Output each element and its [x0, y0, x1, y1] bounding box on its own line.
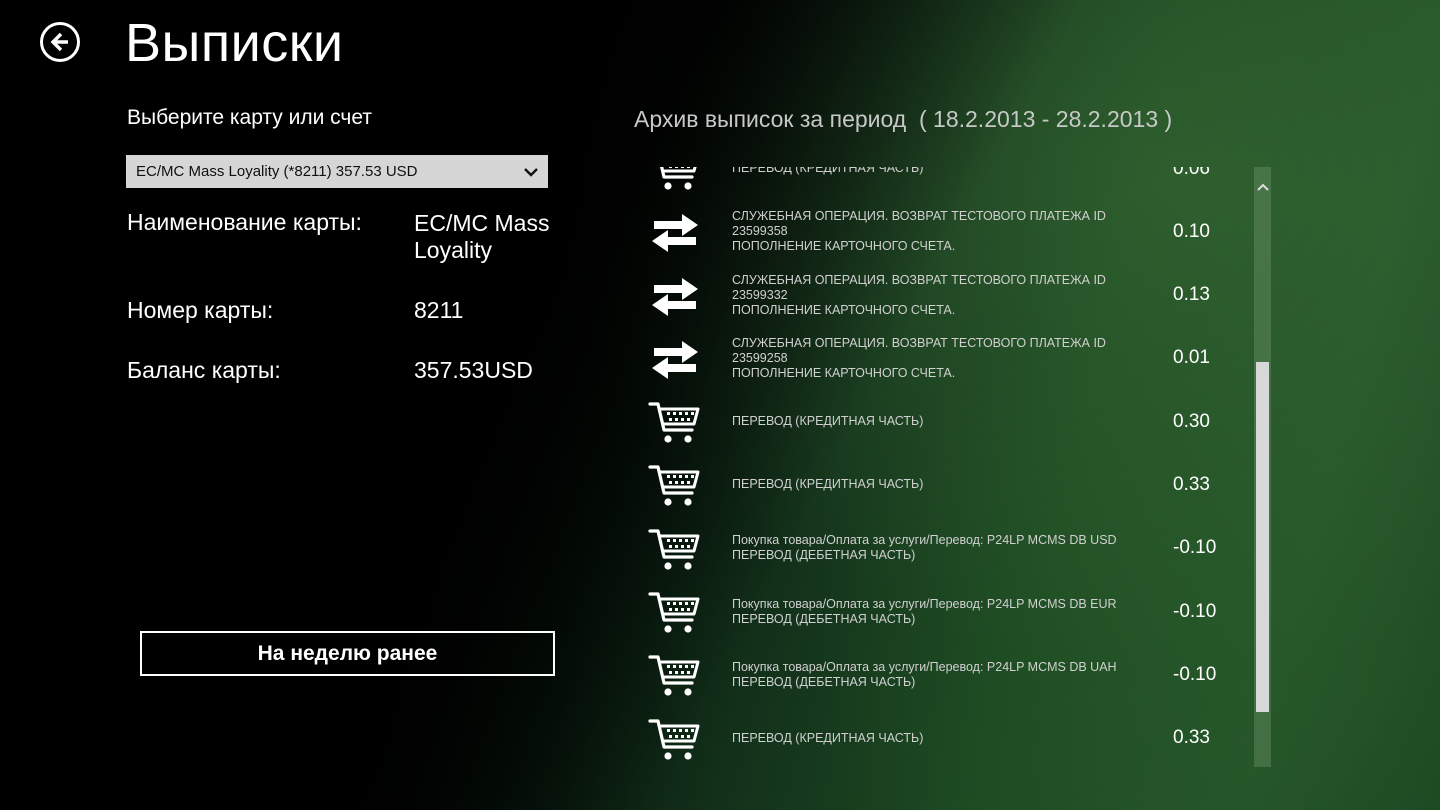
- cart-icon: [648, 463, 702, 509]
- transaction-description-line1: ПЕРЕВОД (КРЕДИТНАЯ ЧАСТЬ): [732, 477, 924, 492]
- previous-week-button[interactable]: На неделю ранее: [140, 631, 555, 676]
- balance-value: 357.53USD: [414, 357, 533, 383]
- page-title: Выписки: [125, 13, 344, 73]
- transaction-description: Покупка товара/Оплата за услуги/Перевод:…: [732, 643, 1162, 706]
- transaction-description-line2: ПОПОЛНЕНИЕ КАРТОЧНОГО СЧЕТА.: [732, 239, 956, 254]
- transaction-amount: 0.10: [1173, 220, 1210, 242]
- transfer-arrows-icon: [648, 274, 702, 320]
- arrow-left-icon: [50, 32, 68, 52]
- transaction-row[interactable]: ПЕРЕВОД (КРЕДИТНАЯ ЧАСТЬ) 0.33: [630, 707, 1255, 767]
- transaction-amount: 0.30: [1173, 410, 1210, 432]
- balance-label: Баланс карты:: [127, 357, 281, 383]
- transaction-description-line2: ПЕРЕВОД (ДЕБЕТНАЯ ЧАСТЬ): [732, 611, 916, 626]
- transaction-description-line1: СЛУЖЕБНАЯ ОПЕРАЦИЯ. ВОЗВРАТ ТЕСТОВОГО ПЛ…: [732, 335, 1106, 365]
- transaction-description: Покупка товара/Оплата за услуги/Перевод:…: [732, 580, 1162, 643]
- cart-icon: [648, 527, 702, 573]
- transaction-description-line1: ПЕРЕВОД (КРЕДИТНАЯ ЧАСТЬ): [732, 730, 924, 745]
- transaction-row[interactable]: Покупка товара/Оплата за услуги/Перевод:…: [630, 580, 1255, 643]
- transaction-description-line1: Покупка товара/Оплата за услуги/Перевод:…: [732, 659, 1117, 674]
- transaction-description: ПЕРЕВОД (КРЕДИТНАЯ ЧАСТЬ): [732, 707, 1162, 767]
- card-select-value: EC/MC Mass Loyality (*8211) 357.53 USD: [136, 163, 418, 180]
- card-number-value: 8211: [414, 297, 464, 323]
- transaction-description-line2: ПОПОЛНЕНИЕ КАРТОЧНОГО СЧЕТА.: [732, 302, 956, 317]
- transactions-list[interactable]: ПЕРЕВОД (КРЕДИТНАЯ ЧАСТЬ) 0.06 СЛУЖЕБНАЯ О…: [630, 167, 1255, 767]
- transaction-amount: 0.13: [1173, 284, 1210, 306]
- transaction-description-line2: ПОПОЛНЕНИЕ КАРТОЧНОГО СЧЕТА.: [732, 365, 956, 380]
- transaction-description-line1: Покупка товара/Оплата за услуги/Перевод:…: [732, 533, 1117, 548]
- transaction-description: СЛУЖЕБНАЯ ОПЕРАЦИЯ. ВОЗВРАТ ТЕСТОВОГО ПЛ…: [732, 264, 1162, 327]
- transaction-row[interactable]: ПЕРЕВОД (КРЕДИТНАЯ ЧАСТЬ) 0.33: [630, 453, 1255, 516]
- transaction-description: ПЕРЕВОД (КРЕДИТНАЯ ЧАСТЬ): [732, 167, 1162, 200]
- transaction-description-line1: Покупка товара/Оплата за услуги/Перевод:…: [732, 596, 1117, 611]
- transaction-amount: 0.01: [1173, 347, 1210, 369]
- transaction-description-line1: СЛУЖЕБНАЯ ОПЕРАЦИЯ. ВОЗВРАТ ТЕСТОВОГО ПЛ…: [732, 209, 1106, 239]
- transaction-description-line1: ПЕРЕВОД (КРЕДИТНАЯ ЧАСТЬ): [732, 167, 924, 175]
- transaction-amount: 0.33: [1173, 473, 1210, 495]
- transaction-row[interactable]: Покупка товара/Оплата за услуги/Перевод:…: [630, 643, 1255, 706]
- cart-icon: [648, 717, 702, 763]
- card-select[interactable]: EC/MC Mass Loyality (*8211) 357.53 USD: [126, 155, 548, 188]
- archive-title: Архив выписок за период ( 18.2.2013 - 28…: [634, 106, 1173, 132]
- transaction-row[interactable]: Покупка товара/Оплата за услуги/Перевод:…: [630, 517, 1255, 580]
- transfer-arrows-icon: [648, 337, 702, 383]
- transaction-description-line2: ПЕРЕВОД (ДЕБЕТНАЯ ЧАСТЬ): [732, 548, 916, 563]
- cart-icon: [648, 590, 702, 636]
- chevron-up-icon: [1256, 183, 1269, 191]
- transaction-row[interactable]: СЛУЖЕБНАЯ ОПЕРАЦИЯ. ВОЗВРАТ ТЕСТОВОГО ПЛ…: [630, 327, 1255, 390]
- scrollbar[interactable]: [1254, 167, 1271, 767]
- transaction-amount: -0.10: [1173, 600, 1217, 622]
- chevron-down-icon: [524, 155, 538, 188]
- transaction-description: СЛУЖЕБНАЯ ОПЕРАЦИЯ. ВОЗВРАТ ТЕСТОВОГО ПЛ…: [732, 327, 1162, 390]
- transaction-row[interactable]: ПЕРЕВОД (КРЕДИТНАЯ ЧАСТЬ) 0.30: [630, 390, 1255, 453]
- transaction-description: Покупка товара/Оплата за услуги/Перевод:…: [732, 517, 1162, 580]
- card-number-label: Номер карты:: [127, 297, 274, 323]
- scroll-up-button[interactable]: [1254, 175, 1271, 199]
- transaction-description: СЛУЖЕБНАЯ ОПЕРАЦИЯ. ВОЗВРАТ ТЕСТОВОГО ПЛ…: [732, 200, 1162, 263]
- transfer-arrows-icon: [648, 210, 702, 256]
- card-select-label: Выберите карту или счет: [127, 106, 372, 129]
- card-name-value-line1: EC/MC Mass: [414, 210, 550, 236]
- transaction-amount: 0.33: [1173, 727, 1210, 749]
- card-name-value-line2: Loyality: [414, 237, 492, 263]
- scrollbar-thumb[interactable]: [1256, 362, 1269, 712]
- transaction-description-line1: ПЕРЕВОД (КРЕДИТНАЯ ЧАСТЬ): [732, 414, 924, 429]
- transaction-description: ПЕРЕВОД (КРЕДИТНАЯ ЧАСТЬ): [732, 390, 1162, 453]
- cart-icon: [648, 400, 702, 446]
- transaction-amount: -0.10: [1173, 663, 1217, 685]
- transaction-row[interactable]: ПЕРЕВОД (КРЕДИТНАЯ ЧАСТЬ) 0.06: [630, 167, 1255, 200]
- transaction-amount: 0.06: [1173, 167, 1210, 179]
- transaction-description-line1: СЛУЖЕБНАЯ ОПЕРАЦИЯ. ВОЗВРАТ ТЕСТОВОГО ПЛ…: [732, 272, 1106, 302]
- cart-icon: [648, 167, 702, 193]
- transaction-description: ПЕРЕВОД (КРЕДИТНАЯ ЧАСТЬ): [732, 453, 1162, 516]
- cart-icon: [648, 653, 702, 699]
- card-name-value: EC/MC Mass Loyality: [414, 210, 549, 264]
- transaction-row[interactable]: СЛУЖЕБНАЯ ОПЕРАЦИЯ. ВОЗВРАТ ТЕСТОВОГО ПЛ…: [630, 200, 1255, 263]
- transaction-amount: -0.10: [1173, 537, 1217, 559]
- card-name-label: Наименование карты:: [127, 209, 362, 235]
- transaction-description-line2: ПЕРЕВОД (ДЕБЕТНАЯ ЧАСТЬ): [732, 674, 916, 689]
- transaction-row[interactable]: СЛУЖЕБНАЯ ОПЕРАЦИЯ. ВОЗВРАТ ТЕСТОВОГО ПЛ…: [630, 264, 1255, 327]
- back-button[interactable]: [40, 22, 80, 62]
